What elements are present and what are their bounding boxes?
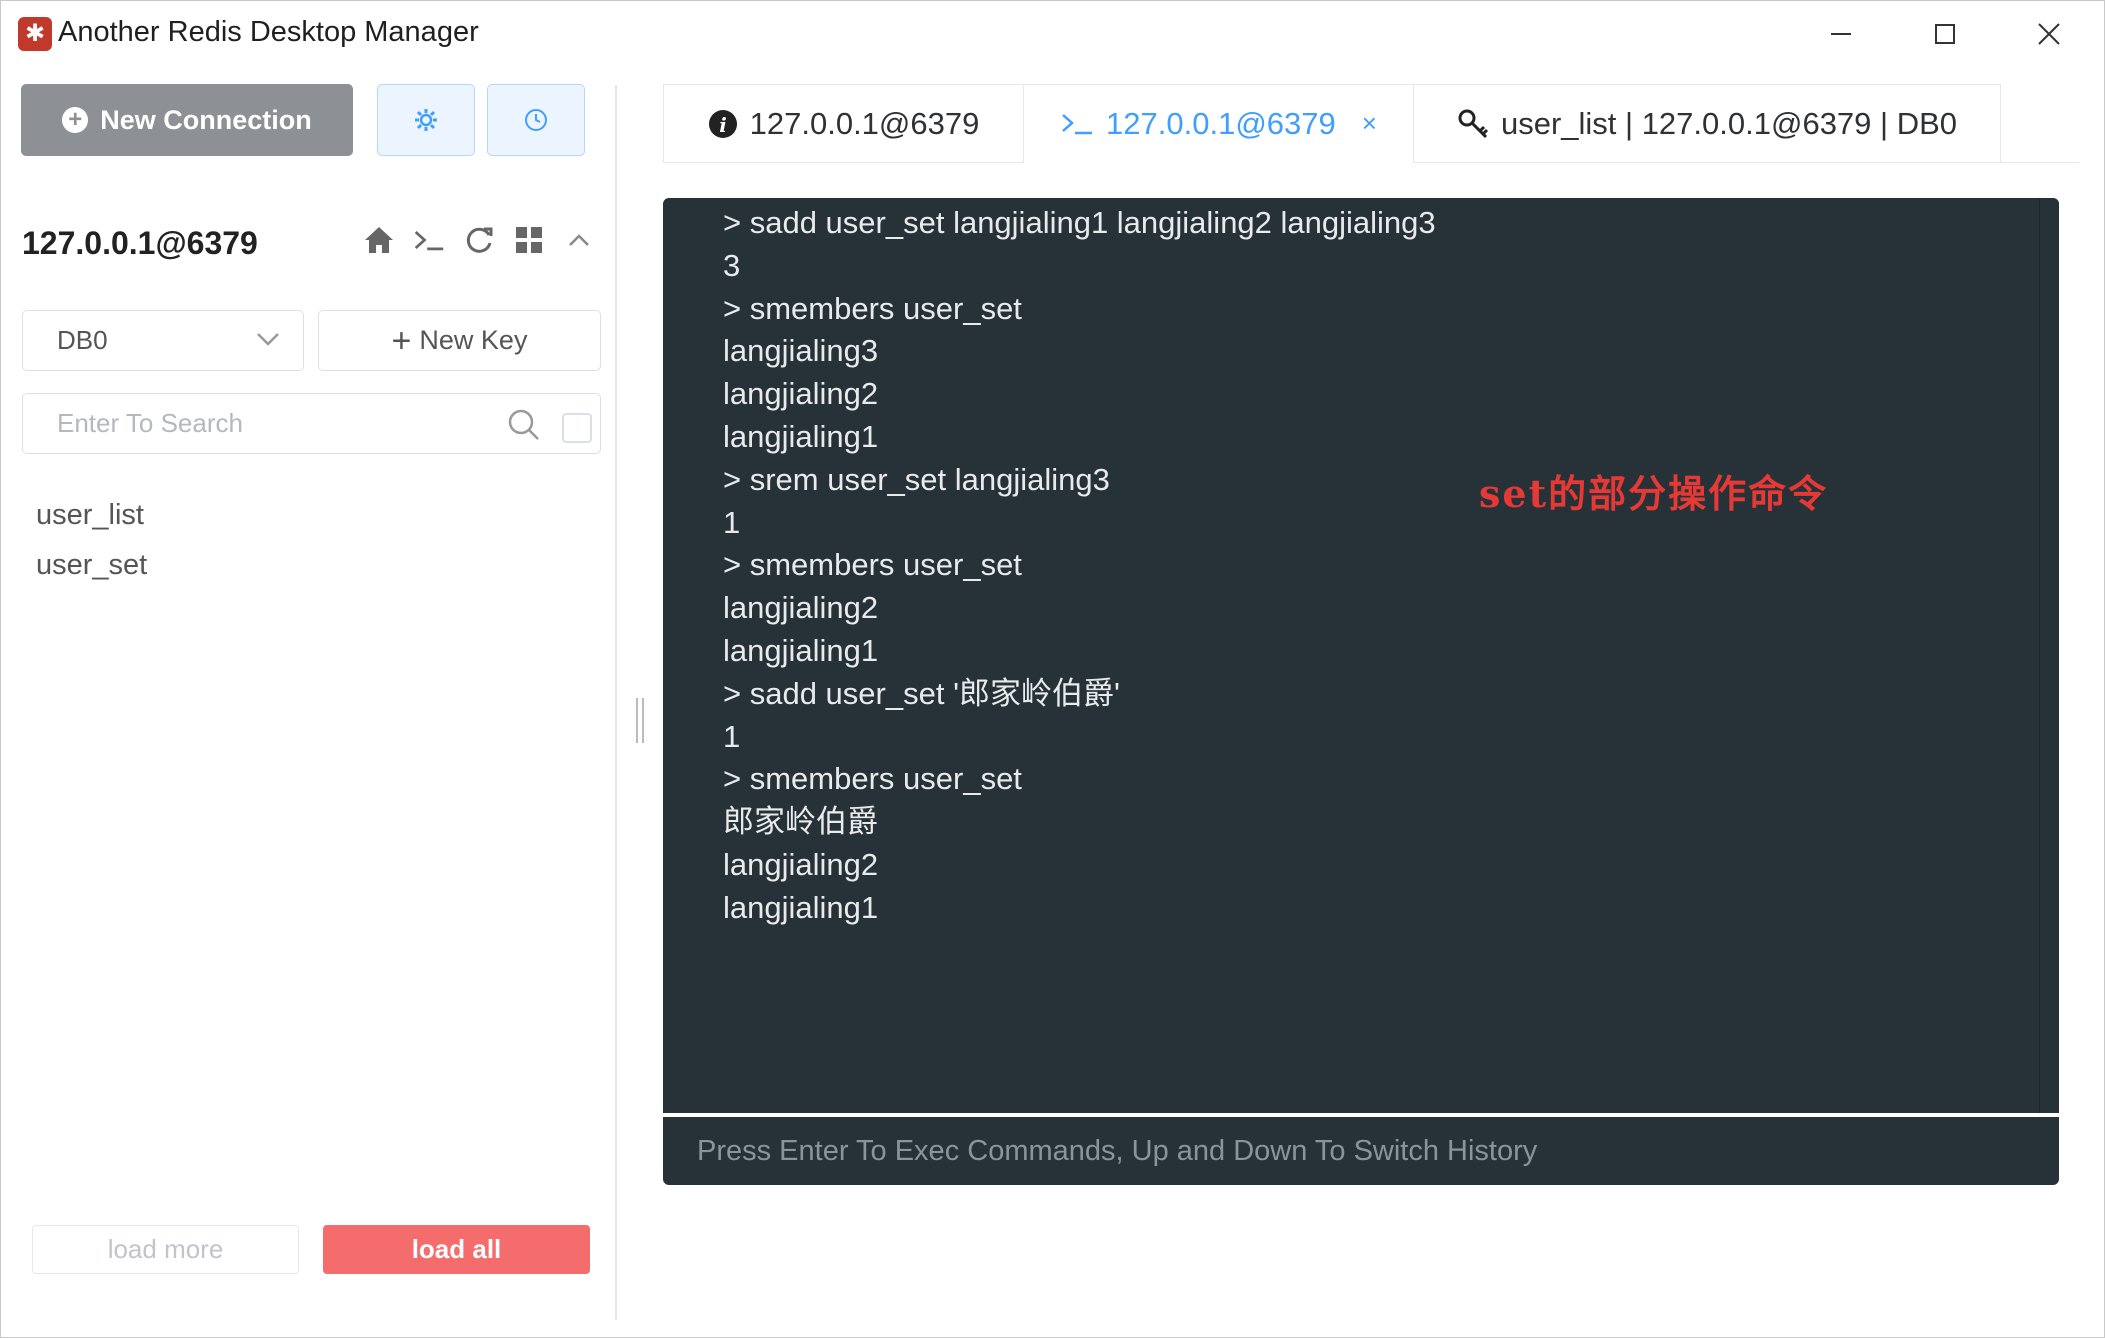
redis-logo-icon: ✱ [18,17,52,51]
minimize-icon [1831,33,1851,35]
command-input[interactable] [697,1117,2037,1185]
red-annotation-text: set的部分操作命令 [1479,471,1829,516]
clock-icon [525,109,547,131]
resize-handle[interactable] [636,698,644,743]
tab-console[interactable]: 127.0.0.1@6379 × [1024,84,1414,163]
load-more-button[interactable]: load more [32,1225,299,1274]
tab-close-icon[interactable]: × [1362,108,1377,139]
maximize-icon [1935,24,1955,44]
load-all-button[interactable]: load all [323,1225,590,1274]
new-key-label: New Key [419,325,528,355]
maximize-button[interactable] [1893,1,1997,67]
key-search-box [22,393,601,454]
info-icon: i [708,109,737,138]
console-line: > smembers user_set [723,547,1022,583]
console-lines: > sadd user_set langjialing1 langjialing… [723,202,1436,930]
key-list-item[interactable]: user_list [36,493,147,543]
console-line: 3 [723,247,741,283]
key-list: user_list user_set [36,493,147,593]
chevron-up-icon[interactable] [563,223,595,257]
connection-toolbar [363,223,595,257]
gear-icon [415,109,437,131]
console-line: > sadd user_set '郎家岭伯爵' [723,675,1120,711]
search-input[interactable] [57,394,497,453]
console-line: > smembers user_set [723,761,1022,797]
title-bar: ✱ Another Redis Desktop Manager [1,1,2104,67]
tab-label: 127.0.0.1@6379 [749,105,980,141]
plus-circle-icon: + [62,107,89,133]
console-line: > smembers user_set [723,290,1022,326]
window-title: Another Redis Desktop Manager [58,16,479,48]
close-icon [2038,23,2060,45]
settings-button[interactable] [377,84,475,156]
console-line: langjialing2 [723,846,879,882]
tab-key-detail[interactable]: user_list | 127.0.0.1@6379 | DB0 [1414,84,2001,163]
chevron-down-icon [257,333,279,346]
app-window: ✱ Another Redis Desktop Manager + New Co… [0,0,2105,1338]
console-line: langjialing3 [723,333,879,369]
console-line: langjialing2 [723,376,879,412]
grid-icon[interactable] [513,223,545,257]
svg-text:i: i [719,113,727,137]
console-scrollbar[interactable] [2039,198,2059,1113]
db-select-value: DB0 [57,325,108,355]
refresh-icon[interactable] [463,223,495,257]
tab-connection-info[interactable]: i 127.0.0.1@6379 [663,84,1024,163]
console-line: langjialing2 [723,590,879,626]
new-key-button[interactable]: + New Key [318,310,601,371]
search-icon[interactable] [507,408,541,442]
db-select[interactable]: DB0 [22,310,304,371]
console-line: langjialing1 [723,889,879,925]
console-line: > sadd user_set langjialing1 langjialing… [723,205,1436,240]
exact-match-checkbox[interactable] [562,413,592,443]
console-line: 1 [723,718,741,754]
key-list-item[interactable]: user_set [36,543,147,593]
terminal-icon[interactable] [413,223,445,257]
tab-bar-baseline [2001,162,2079,163]
sidebar-divider [615,85,617,1320]
tab-bar: i 127.0.0.1@6379 127.0.0.1@6379 × user_l… [663,84,2001,163]
tab-label: 127.0.0.1@6379 [1106,105,1336,141]
console-output: > sadd user_set langjialing1 langjialing… [663,198,2059,1113]
console-line: langjialing1 [723,632,879,668]
history-button[interactable] [487,84,585,156]
console-line: > srem user_set langjialing3 [723,461,1110,497]
console-line: 郎家岭伯爵 [723,804,878,840]
key-icon [1458,109,1489,138]
new-connection-button[interactable]: + New Connection [21,84,353,156]
minimize-button[interactable] [1789,1,1893,67]
new-connection-label: New Connection [100,104,312,135]
connection-name[interactable]: 127.0.0.1@6379 [22,225,258,262]
console-input-bar [663,1117,2059,1185]
terminal-icon [1062,113,1093,134]
console-line: 1 [723,504,741,540]
close-window-button[interactable] [1997,1,2101,67]
home-icon[interactable] [363,223,395,257]
tab-label: user_list | 127.0.0.1@6379 | DB0 [1500,105,1957,141]
console-line: langjialing1 [723,418,879,454]
plus-icon: + [391,321,412,360]
